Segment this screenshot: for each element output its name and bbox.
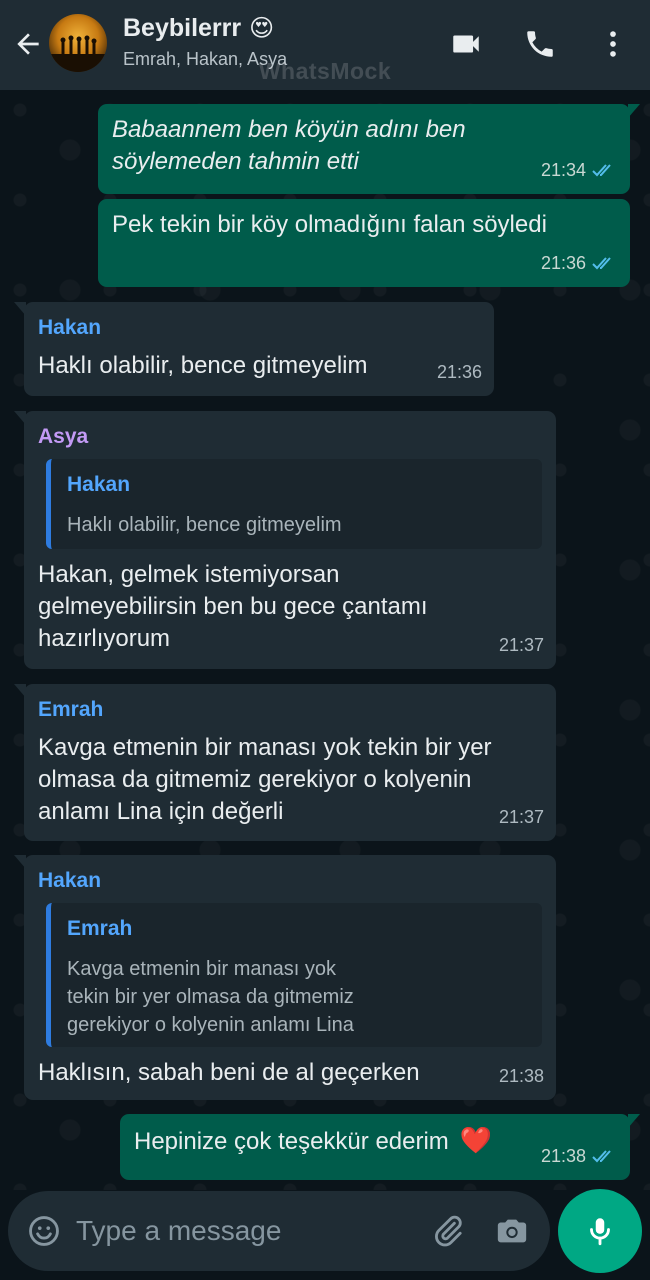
attach-icon[interactable] xyxy=(428,1211,468,1251)
read-ticks-icon xyxy=(592,257,611,270)
heart-eyes-emoji: 😍 xyxy=(249,15,275,42)
message-time: 21:37 xyxy=(498,807,544,827)
message-meta: 21:38 xyxy=(499,1060,544,1092)
quoted-text-line: gerekiyor o kolyenin anlamı Lina xyxy=(67,1014,354,1036)
quoted-text: Haklı olabilir, bence gitmeyelim xyxy=(67,514,342,536)
message-input[interactable]: Type a message xyxy=(76,1215,281,1247)
sender-name: Emrah xyxy=(38,698,104,721)
watermark: WhatsMock xyxy=(258,58,392,84)
chat-title: Beybilerrr 😍 xyxy=(123,14,287,43)
bubble-tail xyxy=(14,855,26,869)
read-ticks-icon xyxy=(592,1150,611,1163)
quoted-sender: Hakan xyxy=(67,473,131,496)
group-name: Beybilerrr xyxy=(123,14,242,42)
message-composer[interactable]: Type a message xyxy=(8,1191,550,1271)
quoted-sender: Emrah xyxy=(67,917,133,940)
message-bubble-incoming[interactable]: Hakan Haklı olabilir, bence gitmeyelim 2… xyxy=(14,302,494,396)
read-ticks-icon xyxy=(592,164,611,177)
red-heart-emoji: ❤️ xyxy=(459,1125,492,1155)
bubble-tail xyxy=(14,411,26,425)
quoted-message[interactable]: Emrah Kavga etmenin bir manası yok tekin… xyxy=(46,903,542,1047)
bubble-tail xyxy=(14,302,26,316)
quoted-message[interactable]: Hakan Haklı olabilir, bence gitmeyelim xyxy=(46,459,542,549)
message-text-line: anlamı Lina için değerli xyxy=(38,798,284,825)
message-time: 21:38 xyxy=(498,1066,544,1086)
message-text-content: Hepinize çok teşekkür ederim xyxy=(134,1128,449,1155)
message-time: 21:36 xyxy=(436,362,482,382)
message-meta: 21:34 xyxy=(541,154,618,186)
message-time: 21:37 xyxy=(498,635,544,655)
sender-name: Hakan xyxy=(38,316,102,339)
message-text: Pek tekin bir köy olmadığını falan söyle… xyxy=(112,211,547,238)
bubble-tail xyxy=(628,1114,640,1128)
message-meta: 21:36 xyxy=(541,247,618,279)
mic-button[interactable] xyxy=(558,1189,642,1273)
message-meta: 21:36 xyxy=(437,356,482,388)
chat-header: Beybilerrr 😍 Emrah, Hakan, Asya WhatsMoc… xyxy=(0,0,650,90)
message-meta: 21:38 xyxy=(541,1140,618,1172)
message-bubble-outgoing[interactable]: Hepinize çok teşekkür ederim ❤️ 21:38 xyxy=(120,1114,640,1180)
message-text-line: Hakan, gelmek istemiyorsan xyxy=(38,561,340,588)
message-text-line: hazırlıyorum xyxy=(38,625,171,652)
message-bubble-incoming[interactable]: Emrah Kavga etmenin bir manası yok tekin… xyxy=(14,684,556,841)
message-bubble-outgoing[interactable]: Pek tekin bir köy olmadığını falan söyle… xyxy=(98,199,630,287)
camera-icon[interactable] xyxy=(492,1211,532,1251)
message-meta: 21:37 xyxy=(499,801,544,833)
quoted-text-line: Kavga etmenin bir manası yok xyxy=(67,958,337,980)
message-bubble-outgoing[interactable]: Babaannem ben köyün adını ben söylemeden… xyxy=(98,104,640,194)
message-text: Haklı olabilir, bence gitmeyelim xyxy=(38,352,368,379)
sender-name: Hakan xyxy=(38,869,102,892)
message-text-line: Kavga etmenin bir manası yok tekin bir y… xyxy=(38,734,492,761)
bubble-tail xyxy=(14,684,26,698)
mic-icon xyxy=(590,1218,610,1246)
bubble-tail xyxy=(628,104,640,118)
message-text-line: Babaannem ben köyün adını ben xyxy=(112,116,466,143)
message-text: Haklısın, sabah beni de al geçerken xyxy=(38,1059,420,1086)
back-arrow-icon[interactable] xyxy=(10,26,46,62)
message-time: 21:36 xyxy=(540,253,586,273)
message-bubble-incoming[interactable]: Hakan Emrah Kavga etmenin bir manası yok… xyxy=(14,855,556,1100)
message-time: 21:34 xyxy=(540,160,586,180)
message-text: Hakan, gelmek istemiyorsan gelmeyebilirs… xyxy=(38,559,542,655)
message-text-line: gelmeyebilirsin ben bu gece çantamı xyxy=(38,593,428,620)
message-time: 21:38 xyxy=(540,1146,586,1166)
message-text: Kavga etmenin bir manası yok tekin bir y… xyxy=(38,732,542,828)
emoji-icon[interactable] xyxy=(24,1211,64,1251)
message-text-line: olmasa da gitmemiz gerekiyor o kolyenin xyxy=(38,766,472,793)
quoted-text-line: tekin bir yer olmasa da gitmemiz xyxy=(67,986,354,1008)
message-bubble-incoming[interactable]: Asya Hakan Haklı olabilir, bence gitmeye… xyxy=(14,411,556,669)
sender-name: Asya xyxy=(38,425,89,448)
message-meta: 21:37 xyxy=(499,629,544,661)
